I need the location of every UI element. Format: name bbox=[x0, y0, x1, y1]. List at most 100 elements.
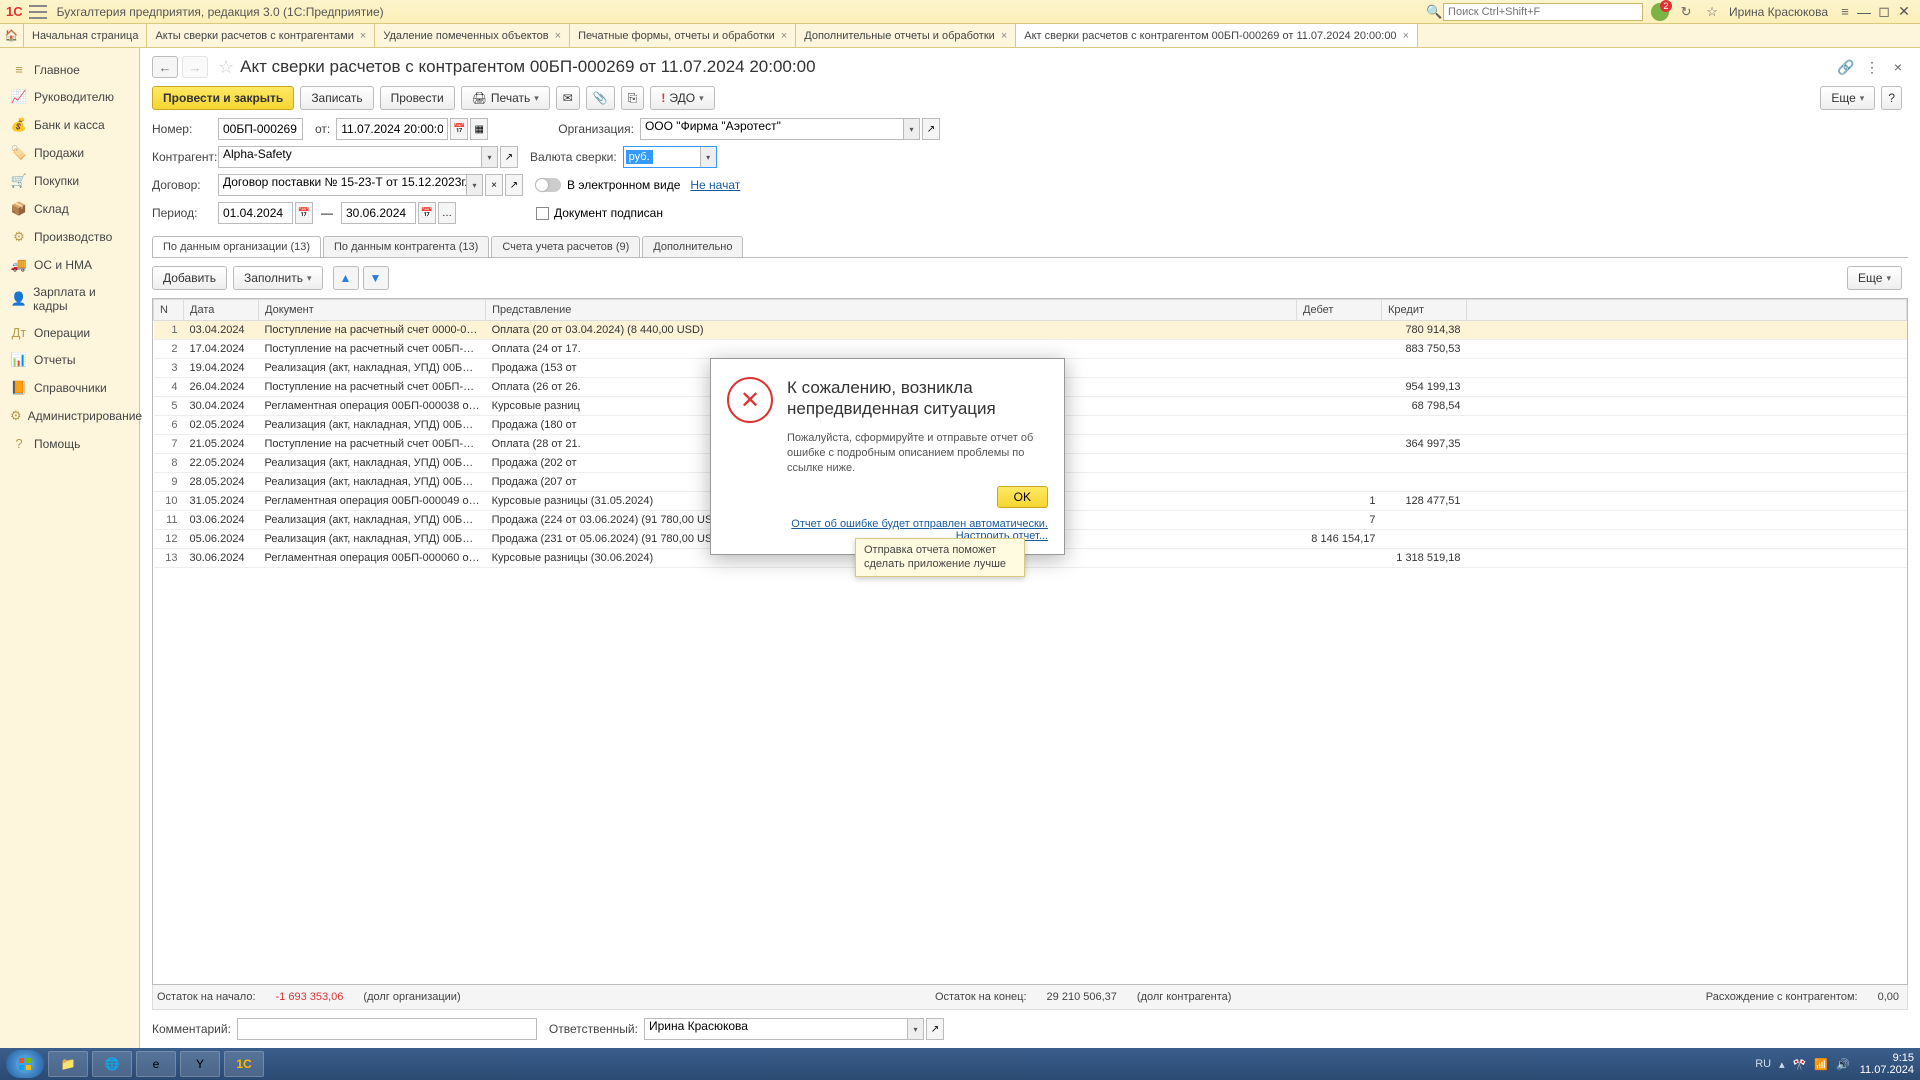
tab-contr-data[interactable]: По данным контрагента (13) bbox=[323, 236, 489, 257]
post-and-close-button[interactable]: Провести и закрыть bbox=[152, 86, 294, 110]
chevron-down-icon[interactable]: ▾ bbox=[700, 147, 716, 167]
grid-more-button[interactable]: Еще▾ bbox=[1847, 266, 1902, 290]
sidebar-item-sales[interactable]: 🏷️Продажи bbox=[0, 139, 139, 167]
email-button[interactable]: ✉ bbox=[556, 86, 580, 110]
add-row-button[interactable]: Добавить bbox=[152, 266, 227, 290]
open-contract-button[interactable]: ↗ bbox=[505, 174, 523, 196]
sidebar-item-production[interactable]: ⚙Производство bbox=[0, 223, 139, 251]
close-button[interactable]: ✕ bbox=[1894, 3, 1914, 20]
sidebar-item-admin[interactable]: ⚙Администрирование bbox=[0, 402, 139, 430]
fill-button[interactable]: Заполнить▾ bbox=[233, 266, 322, 290]
close-doc-button[interactable]: × bbox=[1888, 57, 1908, 77]
volume-icon[interactable]: 🔊 bbox=[1836, 1058, 1850, 1071]
date-field[interactable] bbox=[336, 118, 448, 140]
history-icon[interactable]: ↻ bbox=[1677, 3, 1695, 21]
edo-button[interactable]: ! ЭДО▾ bbox=[650, 86, 714, 110]
maximize-button[interactable]: ◻ bbox=[1874, 3, 1894, 20]
signed-checkbox[interactable] bbox=[536, 207, 549, 220]
notifications-icon[interactable] bbox=[1651, 3, 1669, 21]
col-n[interactable]: N bbox=[154, 300, 184, 321]
close-icon[interactable]: × bbox=[360, 30, 366, 42]
open-responsible-button[interactable]: ↗ bbox=[926, 1018, 944, 1040]
close-icon[interactable]: × bbox=[1403, 30, 1409, 42]
tab-acts[interactable]: Акты сверки расчетов с контрагентами× bbox=[147, 24, 375, 47]
org-field[interactable]: ООО "Фирма "Аэротест"▾ bbox=[640, 118, 920, 140]
tab-delete[interactable]: Удаление помеченных объектов× bbox=[375, 24, 570, 47]
taskbar-yandex[interactable]: Y bbox=[180, 1051, 220, 1077]
open-org-button[interactable]: ↗ bbox=[922, 118, 940, 140]
col-rep[interactable]: Представление bbox=[486, 300, 1297, 321]
related-button[interactable]: ⎘ bbox=[621, 86, 645, 110]
table-row[interactable]: 103.04.2024Поступление на расчетный счет… bbox=[154, 321, 1907, 340]
sidebar-item-help[interactable]: ?Помощь bbox=[0, 430, 139, 457]
comment-field[interactable] bbox=[237, 1018, 537, 1040]
close-icon[interactable]: × bbox=[781, 30, 787, 42]
sidebar-item-purchases[interactable]: 🛒Покупки bbox=[0, 167, 139, 195]
sidebar-item-bank[interactable]: 💰Банк и касса bbox=[0, 111, 139, 139]
number-field[interactable] bbox=[218, 118, 303, 140]
post-button[interactable]: Провести bbox=[380, 86, 455, 110]
settings-icon[interactable]: ≡ bbox=[1836, 3, 1854, 21]
not-started-link[interactable]: Не начат bbox=[690, 178, 740, 192]
close-icon[interactable]: × bbox=[555, 30, 561, 42]
sidebar-item-reports[interactable]: 📊Отчеты bbox=[0, 346, 139, 374]
nav-back-button[interactable]: ← bbox=[152, 56, 178, 78]
col-doc[interactable]: Документ bbox=[259, 300, 486, 321]
taskbar-chrome[interactable]: 🌐 bbox=[92, 1051, 132, 1077]
period-select-button[interactable]: … bbox=[438, 202, 456, 224]
record-button[interactable]: Записать bbox=[300, 86, 373, 110]
sidebar-item-assets[interactable]: 🚚ОС и НМА bbox=[0, 251, 139, 279]
tab-extra[interactable]: Дополнительно bbox=[642, 236, 743, 257]
electronic-toggle[interactable] bbox=[535, 178, 561, 192]
sidebar-item-catalogs[interactable]: 📙Справочники bbox=[0, 374, 139, 402]
tab-current-doc[interactable]: Акт сверки расчетов с контрагентом 00БП-… bbox=[1016, 24, 1418, 47]
home-icon[interactable]: 🏠 bbox=[0, 24, 24, 47]
system-tray[interactable]: RU ▴ 🎌 📶 🔊 bbox=[1747, 1058, 1850, 1071]
chevron-down-icon[interactable]: ▾ bbox=[907, 1019, 923, 1039]
start-button[interactable] bbox=[6, 1050, 44, 1078]
responsible-field[interactable]: Ирина Красюкова▾ bbox=[644, 1018, 924, 1040]
print-button[interactable]: 🖨 Печать▾ bbox=[461, 86, 550, 110]
move-down-button[interactable]: ▼ bbox=[363, 266, 389, 290]
sidebar-item-salary[interactable]: 👤Зарплата и кадры bbox=[0, 279, 139, 319]
currency-field[interactable]: руб.▾ bbox=[623, 146, 717, 168]
network-icon[interactable]: 📶 bbox=[1814, 1058, 1828, 1071]
error-ok-button[interactable]: OK bbox=[997, 486, 1048, 508]
tab-addons[interactable]: Дополнительные отчеты и обработки× bbox=[796, 24, 1016, 47]
taskbar-1c[interactable]: 1С bbox=[224, 1051, 264, 1077]
clock[interactable]: 9:15 11.07.2024 bbox=[1860, 1052, 1914, 1076]
favorite-toggle[interactable]: ☆ bbox=[218, 57, 234, 78]
period-to-field[interactable] bbox=[341, 202, 416, 224]
sidebar-item-manager[interactable]: 📈Руководителю bbox=[0, 83, 139, 111]
minimize-button[interactable]: — bbox=[1854, 4, 1874, 20]
more-icon[interactable]: ⋮ bbox=[1862, 57, 1882, 77]
tab-print-forms[interactable]: Печатные формы, отчеты и обработки× bbox=[570, 24, 796, 47]
calendar-icon[interactable]: 📅 bbox=[295, 202, 313, 224]
calendar-icon[interactable]: 📅 bbox=[418, 202, 436, 224]
favorites-icon[interactable]: ☆ bbox=[1703, 3, 1721, 21]
main-menu-button[interactable] bbox=[29, 5, 47, 19]
close-icon[interactable]: × bbox=[1001, 30, 1007, 42]
period-from-field[interactable] bbox=[218, 202, 293, 224]
chevron-down-icon[interactable]: ▾ bbox=[481, 147, 497, 167]
taskbar-ie[interactable]: e bbox=[136, 1051, 176, 1077]
global-search-input[interactable] bbox=[1443, 3, 1643, 21]
col-credit[interactable]: Кредит bbox=[1382, 300, 1467, 321]
sidebar-item-ops[interactable]: ДтОперации bbox=[0, 319, 139, 346]
move-up-button[interactable]: ▲ bbox=[333, 266, 359, 290]
clear-contract-button[interactable]: × bbox=[485, 174, 503, 196]
current-user[interactable]: Ирина Красюкова bbox=[1729, 5, 1828, 19]
table-row[interactable]: 217.04.2024Поступление на расчетный счет… bbox=[154, 340, 1907, 359]
taskbar-explorer[interactable]: 📁 bbox=[48, 1051, 88, 1077]
tab-home[interactable]: Начальная страница bbox=[24, 24, 147, 47]
calendar-icon[interactable]: 📅 bbox=[450, 118, 468, 140]
sidebar-item-warehouse[interactable]: 📦Склад bbox=[0, 195, 139, 223]
attach-button[interactable]: 📎 bbox=[586, 86, 615, 110]
auto-report-link[interactable]: Отчет об ошибке будет отправлен автомати… bbox=[727, 518, 1048, 530]
tray-icon[interactable]: ▴ bbox=[1779, 1058, 1785, 1071]
tab-accounts[interactable]: Счета учета расчетов (9) bbox=[491, 236, 640, 257]
chevron-down-icon[interactable]: ▾ bbox=[466, 175, 482, 195]
link-icon[interactable]: 🔗 bbox=[1836, 57, 1856, 77]
col-date[interactable]: Дата bbox=[184, 300, 259, 321]
tab-org-data[interactable]: По данным организации (13) bbox=[152, 236, 321, 257]
